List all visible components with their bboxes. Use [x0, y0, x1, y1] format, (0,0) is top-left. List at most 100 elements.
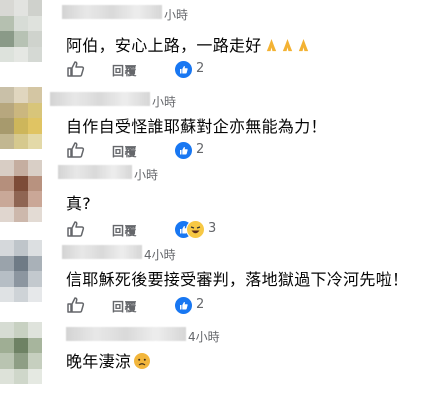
avatar-pixel [0, 353, 14, 369]
comment-time[interactable]: 小時 [164, 6, 188, 23]
comment-text: 阿伯，安心上路，一路走好 [66, 32, 312, 56]
avatar-pixel [0, 206, 14, 222]
comment-time[interactable]: 4小時 [144, 246, 176, 263]
avatar-pixel [14, 0, 28, 16]
avatar-pixel [28, 118, 42, 134]
avatar-pixel [28, 46, 42, 62]
comment-text: 信耶穌死後要接受審判，落地獄過下冷河先啦！ [66, 270, 409, 289]
avatar-pixel [14, 255, 28, 271]
thumbs-up-outline-icon [67, 297, 85, 313]
avatar-pixel [14, 240, 28, 256]
like-reaction-icon [174, 296, 193, 315]
author-name-blurred[interactable] [58, 165, 132, 179]
avatar[interactable] [0, 322, 42, 384]
avatar-pixel [0, 337, 14, 353]
avatar[interactable] [0, 0, 42, 62]
avatar-pixel [28, 240, 42, 256]
avatar[interactable] [0, 87, 42, 149]
thumbs-up-outline-icon [67, 61, 85, 77]
comment-item: 小時 阿伯，安心上路，一路走好 回覆 2 [0, 0, 437, 79]
avatar-pixel [28, 353, 42, 369]
avatar-pixel [28, 102, 42, 118]
comment-item: 小時 真? 回覆 3 [0, 160, 437, 239]
avatar-pixel [28, 271, 42, 287]
avatar-pixel [0, 15, 14, 31]
avatar-pixel [0, 240, 14, 256]
avatar-pixel [28, 206, 42, 222]
comment-item: 小時 自作自受怪誰耶蘇對企亦無能為力！ 回覆 2 [0, 87, 437, 163]
author-name-blurred[interactable] [62, 5, 162, 19]
avatar[interactable] [0, 160, 42, 222]
avatar-pixel [14, 206, 28, 222]
thumbs-up-outline-icon [67, 142, 85, 158]
avatar-pixel [0, 255, 14, 271]
avatar-pixel [14, 118, 28, 134]
avatar-pixel [0, 271, 14, 287]
sad-face-icon [134, 353, 151, 369]
author-name-blurred[interactable] [50, 92, 150, 106]
comment-time[interactable]: 小時 [152, 93, 176, 110]
avatar-pixel [14, 160, 28, 176]
comment-text: 晚年淒涼 [66, 348, 151, 372]
avatar-pixel [0, 0, 14, 16]
avatar-pixel [28, 133, 42, 149]
avatar-pixel [28, 87, 42, 103]
avatar-pixel [28, 0, 42, 16]
avatar-pixel [28, 31, 42, 47]
comment-time[interactable]: 4小時 [188, 328, 220, 345]
like-button[interactable] [66, 60, 86, 82]
author-name-blurred[interactable] [66, 327, 186, 341]
reply-button[interactable]: 回覆 [112, 143, 137, 160]
avatar-pixel [14, 102, 28, 118]
comment-item: 4小時 晚年淒涼 [0, 322, 437, 398]
avatar-pixel [0, 87, 14, 103]
avatar-pixel [28, 15, 42, 31]
avatar-pixel [14, 322, 28, 338]
avatar-pixel [14, 286, 28, 302]
like-reaction-icon [174, 141, 193, 160]
avatar-pixel [28, 337, 42, 353]
comment-text-body: 晚年淒涼 [66, 352, 132, 371]
avatar-pixel [14, 87, 28, 103]
avatar-pixel [0, 175, 14, 191]
thumbs-up-outline-icon [67, 221, 85, 237]
avatar-pixel [28, 368, 42, 384]
avatar[interactable] [0, 240, 42, 302]
reply-button[interactable]: 回覆 [112, 62, 137, 79]
avatar-pixel [0, 102, 14, 118]
avatar-pixel [14, 368, 28, 384]
author-name-blurred[interactable] [62, 245, 142, 259]
avatar-pixel [14, 191, 28, 207]
haha-reaction-icon [186, 220, 205, 239]
comment-time[interactable]: 小時 [134, 166, 158, 183]
avatar-pixel [0, 191, 14, 207]
avatar-pixel [0, 133, 14, 149]
pray-emoji-icon [264, 38, 279, 53]
comment-item: 4小時 信耶穌死後要接受審判，落地獄過下冷河先啦！ 回覆 2 [0, 240, 437, 316]
avatar-pixel [0, 322, 14, 338]
comment-text: 真? [66, 194, 92, 213]
reaction-count: 2 [196, 297, 205, 312]
avatar-pixel [28, 160, 42, 176]
pray-emoji-icon [296, 38, 311, 53]
avatar-pixel [14, 46, 28, 62]
avatar-pixel [14, 337, 28, 353]
comment-text-body: 阿伯，安心上路，一路走好 [66, 36, 262, 55]
avatar-pixel [0, 286, 14, 302]
like-button[interactable] [66, 220, 86, 242]
avatar-pixel [14, 353, 28, 369]
avatar-pixel [0, 46, 14, 62]
pray-emoji-icon [280, 38, 295, 53]
like-button[interactable] [66, 296, 86, 318]
avatar-pixel [28, 191, 42, 207]
avatar-pixel [14, 31, 28, 47]
avatar-pixel [28, 175, 42, 191]
avatar-pixel [28, 286, 42, 302]
avatar-pixel [28, 255, 42, 271]
reply-button[interactable]: 回覆 [112, 222, 137, 239]
reaction-count: 3 [208, 221, 217, 236]
pray-emoji-group [264, 36, 312, 55]
avatar-pixel [14, 271, 28, 287]
reaction-count: 2 [196, 61, 205, 76]
reply-button[interactable]: 回覆 [112, 298, 137, 315]
